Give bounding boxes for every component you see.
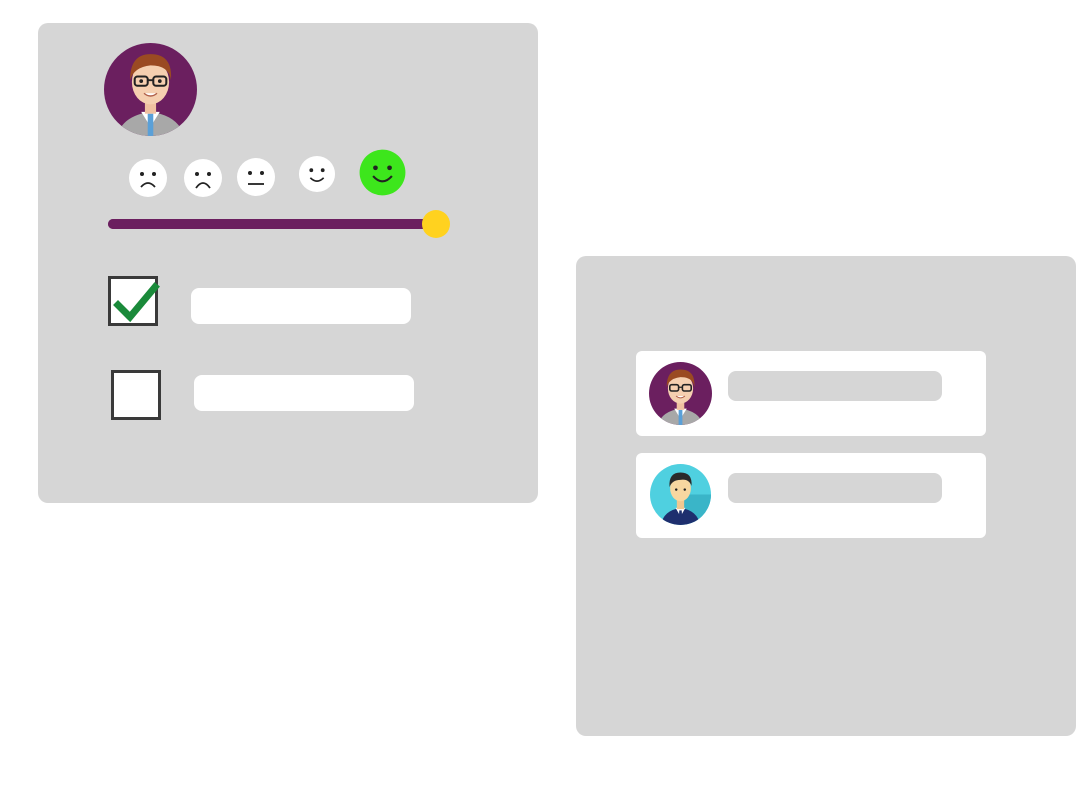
option-2-field[interactable] [194, 375, 414, 411]
contact-row[interactable] [636, 453, 986, 538]
rating-neutral[interactable] [236, 157, 276, 197]
woman-with-glasses-avatar-icon [649, 362, 712, 425]
slider-fill [108, 219, 436, 229]
contact-avatar [649, 362, 712, 425]
woman-with-glasses-avatar-icon [104, 43, 197, 136]
user-avatar [104, 43, 197, 136]
happy-face-icon [359, 149, 406, 196]
contact-name [728, 473, 942, 503]
sad-face-icon [184, 159, 222, 197]
satisfaction-slider[interactable] [108, 210, 450, 238]
rating-very-sad[interactable] [128, 158, 168, 198]
man-in-suit-avatar-icon [650, 464, 711, 525]
contact-row[interactable] [636, 351, 986, 436]
option-1-checkbox[interactable] [108, 276, 160, 326]
option-1-field[interactable] [191, 288, 411, 324]
rating-happy[interactable] [359, 149, 406, 196]
neutral-face-icon [237, 158, 275, 196]
slider-thumb[interactable] [422, 210, 450, 238]
checkmark-icon [113, 282, 160, 323]
rating-sad[interactable] [183, 158, 223, 198]
very-sad-face-icon [129, 159, 167, 197]
contact-avatar [650, 464, 713, 527]
rating-slight-smile[interactable] [298, 155, 336, 193]
option-2-checkbox[interactable] [111, 370, 161, 420]
contact-name [728, 371, 942, 401]
contacts-card [576, 256, 1076, 736]
feedback-card [38, 23, 538, 503]
slight-smile-face-icon [298, 155, 336, 193]
